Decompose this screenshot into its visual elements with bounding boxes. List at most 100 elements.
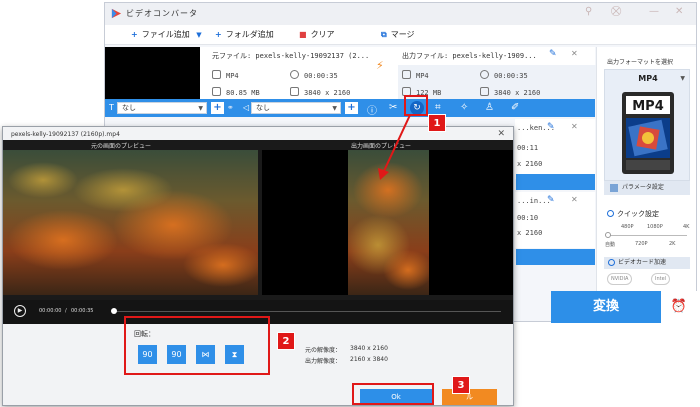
preview-area: 元の画面のプレビュー 出力画面のプレビュー ▶ 00:00:00 / 00:00… bbox=[3, 140, 513, 324]
edit-toolbar: T なし ▼ + ⚭ ◁ なし ▼ + ⓘ ✂ ↻ ⌗ ✧ ♙ ✐ bbox=[105, 99, 595, 117]
rename-pen-icon[interactable]: ✎ bbox=[547, 122, 555, 132]
intel-badge: Intel bbox=[651, 273, 671, 285]
subtitle-select[interactable]: なし ▼ bbox=[117, 102, 207, 114]
format-selector[interactable]: MP4 ▼ MP4 bbox=[604, 69, 690, 181]
quality-label: 1080P bbox=[647, 224, 663, 230]
cart-icon[interactable]: ⛒ bbox=[611, 6, 621, 17]
toolbar: + ファイル追加 ▼ + フォルダ追加 ■ クリア ⧉ マージ bbox=[105, 25, 696, 45]
minimize-button[interactable]: — bbox=[649, 6, 659, 17]
lightning-icon: ⚡ bbox=[376, 59, 384, 72]
search-icon[interactable]: ⚲ bbox=[585, 6, 592, 17]
source-size: 80.85 MB bbox=[212, 87, 260, 97]
clock-icon bbox=[290, 70, 299, 79]
format-icon bbox=[212, 70, 221, 79]
list-item[interactable]: ...in... ✎ ✕ 00:10 x 2160 bbox=[515, 192, 595, 248]
resolution-icon bbox=[480, 87, 489, 96]
edit-pencil-icon[interactable]: ✐ bbox=[511, 102, 519, 113]
play-icon[interactable]: ▶ bbox=[14, 305, 26, 317]
output-duration: 00:00:35 bbox=[480, 70, 528, 80]
time-separator: / bbox=[65, 308, 67, 314]
add-file-button[interactable]: + ファイル追加 ▼ bbox=[131, 29, 202, 40]
gpu-acceleration-toggle[interactable]: ビデオカード加速 bbox=[604, 257, 690, 269]
checkbox-icon bbox=[608, 259, 615, 266]
chevron-down-icon[interactable]: ▼ bbox=[196, 31, 201, 39]
add-audio-button[interactable]: + bbox=[345, 102, 358, 114]
cut-icon[interactable]: ✂ bbox=[389, 102, 397, 113]
clock-icon bbox=[480, 70, 489, 79]
nvidia-badge: NVIDIA bbox=[607, 273, 633, 285]
mp4-file-icon: MP4 bbox=[622, 92, 674, 174]
seek-bar[interactable] bbox=[115, 311, 501, 312]
edit-toolbar bbox=[516, 174, 595, 190]
alarm-clock-icon[interactable]: ⏰ bbox=[661, 291, 697, 323]
title-bar: ビデオコンバータ ⚲ ⛒ — ✕ bbox=[105, 3, 696, 25]
svg-text:MP4: MP4 bbox=[632, 99, 664, 114]
trash-icon: ■ bbox=[299, 30, 307, 39]
dialog-close-button[interactable]: ✕ bbox=[497, 129, 505, 139]
effects-icon[interactable]: ✧ bbox=[460, 102, 468, 113]
chevron-down-icon: ▼ bbox=[680, 75, 685, 82]
parameter-settings-button[interactable]: パラメータ設定 bbox=[604, 181, 690, 195]
source-resolution: 3840 x 2160 bbox=[290, 87, 350, 97]
seek-bar-handle[interactable] bbox=[111, 308, 117, 314]
merge-button[interactable]: ⧉ マージ bbox=[381, 29, 415, 40]
source-file-name: 元ファイル: pexels-kelly-19092137 (2... bbox=[212, 52, 370, 60]
quick-settings-icon bbox=[607, 210, 614, 217]
screenshot-root: ビデオコンバータ ⚲ ⛒ — ✕ + ファイル追加 ▼ + フォルダ追加 ■ クリア … bbox=[0, 0, 700, 407]
remove-item-icon[interactable]: ✕ bbox=[571, 49, 578, 58]
link-icon[interactable]: ⚭ bbox=[227, 103, 234, 112]
quality-label: 480P bbox=[621, 224, 634, 230]
add-file-label: ファイル追加 bbox=[141, 30, 190, 39]
dialog-title: pexels-kelly-19092137 (2160p).mp4 bbox=[11, 131, 120, 138]
format-icon bbox=[402, 70, 411, 79]
original-resolution-label: 元の解像度： bbox=[305, 347, 342, 354]
quality-label: 720P bbox=[635, 241, 648, 247]
step-badge-3: 3 bbox=[452, 376, 470, 394]
quality-slider-handle[interactable] bbox=[605, 232, 611, 238]
remove-item-icon[interactable]: ✕ bbox=[571, 195, 578, 204]
list-item[interactable]: ...ken... ✎ ✕ 00:11 x 2160 bbox=[515, 119, 595, 179]
add-subtitle-button[interactable]: + bbox=[211, 102, 224, 114]
audio-select[interactable]: なし ▼ bbox=[251, 102, 341, 114]
settings-icon bbox=[610, 184, 618, 192]
rename-pen-icon[interactable]: ✎ bbox=[547, 195, 555, 205]
audio-icon: ◁ bbox=[243, 103, 250, 112]
quality-label: 自動 bbox=[605, 242, 616, 248]
info-icon[interactable]: ⓘ bbox=[367, 102, 377, 117]
add-folder-button[interactable]: + フォルダ追加 bbox=[215, 29, 274, 40]
remove-item-icon[interactable]: ✕ bbox=[571, 122, 578, 131]
quality-label: 4K bbox=[683, 224, 690, 230]
add-folder-label: フォルダ追加 bbox=[225, 30, 274, 39]
output-resolution: 3840 x 2160 bbox=[480, 87, 540, 97]
file-list-item[interactable]: 元ファイル: pexels-kelly-19092137 (2... MP4 0… bbox=[105, 47, 598, 99]
close-window-button[interactable]: ✕ bbox=[675, 6, 683, 17]
video-thumbnail[interactable] bbox=[105, 47, 200, 99]
output-preview-label: 出力画面のプレビュー bbox=[351, 143, 412, 150]
quick-settings-title: クイック設定 bbox=[607, 209, 659, 219]
convert-button[interactable]: 変換 bbox=[551, 291, 661, 323]
list-item-duration: 00:10 bbox=[517, 214, 539, 222]
subtitle-icon: T bbox=[109, 103, 114, 112]
plus-icon: + bbox=[215, 30, 222, 39]
source-duration: 00:00:35 bbox=[290, 70, 338, 80]
highlight-box-ok bbox=[352, 383, 434, 405]
highlight-box-rotate bbox=[404, 95, 428, 116]
original-preview-label: 元の画面のプレビュー bbox=[91, 143, 152, 150]
resolution-icon bbox=[290, 87, 299, 96]
crop-icon[interactable]: ⌗ bbox=[435, 102, 441, 113]
step-badge-2: 2 bbox=[277, 332, 295, 350]
current-time: 00:00:00 bbox=[39, 308, 62, 314]
original-video-preview bbox=[3, 150, 258, 295]
output-format-title: 出力フォーマットを選択 bbox=[607, 59, 674, 66]
step-badge-1: 1 bbox=[428, 114, 446, 132]
app-logo-icon bbox=[111, 8, 122, 19]
list-item-duration: 00:11 bbox=[517, 144, 539, 152]
watermark-icon[interactable]: ♙ bbox=[485, 102, 494, 113]
output-format: MP4 bbox=[402, 70, 429, 80]
total-time: 00:00:35 bbox=[71, 308, 94, 314]
merge-label: マージ bbox=[390, 30, 415, 39]
rename-pen-icon[interactable]: ✎ bbox=[549, 49, 557, 59]
app-title: ビデオコンバータ bbox=[126, 9, 198, 18]
quality-slider[interactable] bbox=[607, 235, 687, 236]
clear-button[interactable]: ■ クリア bbox=[299, 29, 335, 40]
